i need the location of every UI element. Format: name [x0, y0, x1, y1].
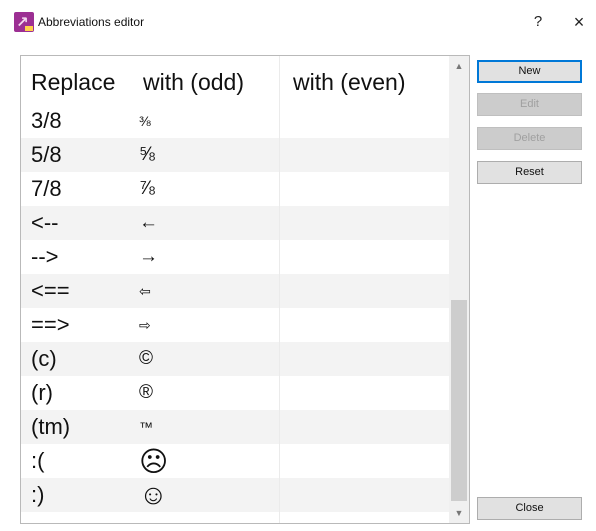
- odd-cell: ←: [139, 212, 158, 233]
- table-row[interactable]: :( ☹: [21, 444, 449, 478]
- column-header-replace[interactable]: Replace: [31, 56, 116, 108]
- replace-cell: <--: [31, 210, 59, 235]
- close-button[interactable]: Close: [477, 497, 582, 520]
- table-row[interactable]: (c) ©: [21, 342, 449, 376]
- list-body: 3/8 ⅜ 5/8 ⅝ 7/8 ⅞ <-- ← --> → <== ⇦ ==> …: [21, 56, 449, 523]
- table-row[interactable]: ==> ⇨: [21, 308, 449, 342]
- replace-cell: :(: [31, 448, 45, 473]
- scroll-up-arrow-icon[interactable]: ▲: [449, 58, 469, 74]
- odd-cell: ⅜: [139, 113, 151, 129]
- replace-cell: <==: [31, 278, 70, 303]
- table-row[interactable]: 3/8 ⅜: [21, 104, 449, 138]
- replace-cell: :): [31, 482, 45, 507]
- window-title: Abbreviations editor: [38, 15, 145, 29]
- vertical-scrollbar[interactable]: ▲ ▼: [449, 56, 469, 523]
- table-row[interactable]: 7/8 ⅞: [21, 172, 449, 206]
- delete-button[interactable]: Delete: [477, 127, 582, 150]
- table-row[interactable]: (r) ®: [21, 376, 449, 410]
- scroll-down-arrow-icon[interactable]: ▼: [449, 505, 469, 521]
- app-icon: ↗: [14, 12, 34, 32]
- odd-cell: ⅞: [139, 178, 155, 199]
- odd-cell: ⇦: [139, 282, 151, 299]
- replace-cell: 7/8: [31, 176, 62, 201]
- odd-cell: ⅝: [139, 144, 155, 165]
- table-row[interactable]: <== ⇦: [21, 274, 449, 308]
- help-button[interactable]: ?: [521, 8, 555, 36]
- scrollbar-thumb[interactable]: [451, 300, 467, 501]
- replace-cell: (tm): [31, 414, 71, 439]
- reset-button[interactable]: Reset: [477, 161, 582, 184]
- replace-cell: -->: [31, 244, 59, 269]
- replace-cell: 3/8: [31, 108, 62, 133]
- odd-cell: ™: [139, 419, 153, 435]
- column-header-with-even[interactable]: with (even): [293, 56, 406, 108]
- odd-cell: ☹: [139, 445, 169, 477]
- table-row[interactable]: <-- ←: [21, 206, 449, 240]
- close-window-button[interactable]: ×: [562, 8, 596, 36]
- odd-cell: ®: [139, 382, 153, 403]
- replace-cell: (c): [31, 346, 57, 371]
- table-row[interactable]: 5/8 ⅝: [21, 138, 449, 172]
- table-row[interactable]: --> →: [21, 240, 449, 274]
- abbreviations-list[interactable]: 3/8 ⅜ 5/8 ⅝ 7/8 ⅞ <-- ← --> → <== ⇦ ==> …: [20, 55, 470, 524]
- odd-cell: ⇨: [139, 316, 151, 333]
- table-row[interactable]: :) ☺: [21, 478, 449, 512]
- odd-cell: ©: [139, 348, 153, 369]
- new-button[interactable]: New: [477, 60, 582, 83]
- title-bar: ↗ Abbreviations editor ? ×: [0, 0, 596, 44]
- replace-cell: ==>: [31, 312, 70, 337]
- replace-cell: (r): [31, 380, 53, 405]
- odd-cell: ☺: [139, 479, 168, 510]
- table-row[interactable]: (tm) ™: [21, 410, 449, 444]
- edit-button[interactable]: Edit: [477, 93, 582, 116]
- column-divider: [279, 56, 280, 523]
- column-header-with-odd[interactable]: with (odd): [143, 56, 244, 108]
- replace-cell: 5/8: [31, 142, 62, 167]
- odd-cell: →: [139, 246, 158, 267]
